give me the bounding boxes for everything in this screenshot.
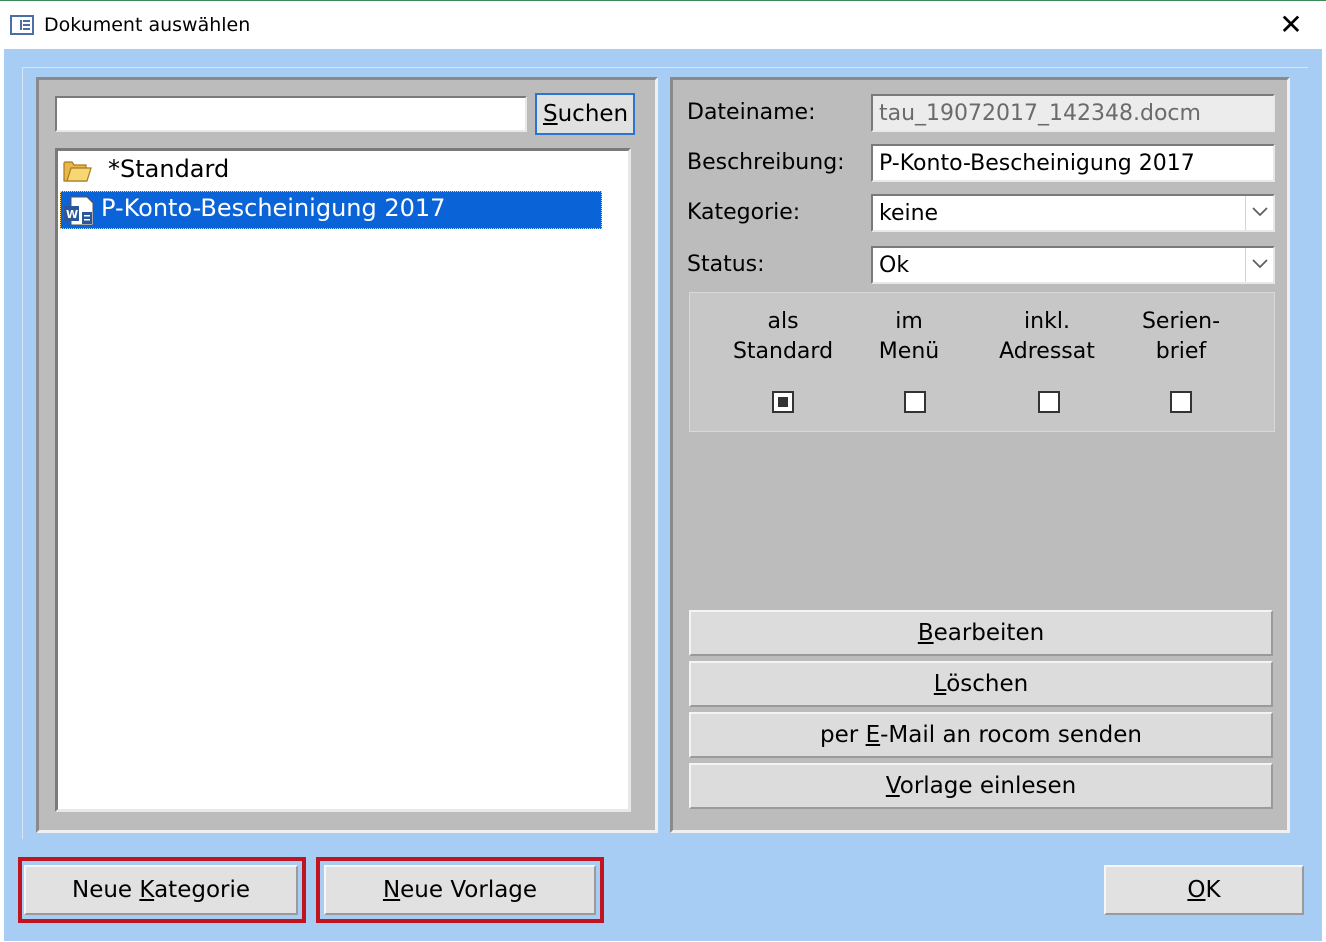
vorlage-einlesen-button[interactable]: Vorlage einlesen [689, 763, 1273, 809]
search-button[interactable]: Suchen [535, 93, 635, 135]
label-line: als [767, 309, 799, 334]
inkl-adressat-checkbox[interactable] [1038, 391, 1060, 413]
email-senden-button[interactable]: per E-Mail an rocom senden [689, 712, 1273, 758]
mnemonic: O [1187, 877, 1206, 903]
serienbrief-label: Serien- brief [1116, 307, 1246, 367]
im-menu-checkbox[interactable] [904, 391, 926, 413]
document-details-panel: Dateiname: tau_19072017_142348.docm Besc… [670, 77, 1290, 833]
bearbeiten-button[interactable]: Bearbeiten [689, 610, 1273, 656]
dialog-client-area: Suchen *Standard W P-Konto-Bescheinigung… [4, 49, 1322, 941]
beschreibung-label: Beschreibung: [687, 150, 845, 175]
search-button-mnemonic: S [543, 101, 558, 127]
mnemonic: E [865, 722, 881, 748]
document-list-panel: Suchen *Standard W P-Konto-Bescheinigung… [36, 77, 658, 833]
serienbrief-checkbox[interactable] [1170, 391, 1192, 413]
dateiname-field: tau_19072017_142348.docm [871, 94, 1275, 132]
label-rest: K [1205, 877, 1221, 903]
window-title: Dokument auswählen [44, 14, 251, 36]
form-icon [10, 15, 34, 35]
label-rest: -Mail an rocom senden [880, 722, 1142, 748]
kategorie-value: keine [879, 201, 939, 226]
label-rest: öschen [946, 671, 1029, 697]
mnemonic: V [885, 773, 900, 799]
close-icon[interactable]: ✕ [1276, 10, 1306, 40]
status-label: Status: [687, 252, 765, 277]
search-input[interactable] [55, 96, 527, 132]
word-document-icon: W [64, 196, 94, 226]
label-line: Serien- [1141, 309, 1221, 334]
mnemonic: B [917, 620, 934, 646]
svg-text:W: W [66, 208, 78, 221]
label-rest: orlage einlesen [899, 773, 1077, 799]
tree-item-label: P-Konto-Bescheinigung 2017 [101, 194, 446, 222]
status-dropdown[interactable]: Ok [871, 246, 1275, 284]
label-line: inkl. [1024, 309, 1070, 334]
als-standard-label: als Standard [718, 307, 848, 367]
label-line: brief [1155, 339, 1207, 364]
label-line: Adressat [999, 339, 1095, 364]
label-rest: earbeiten [933, 620, 1045, 646]
options-group: als Standard im Menü inkl. Adressat Seri… [689, 292, 1275, 432]
tree-item-label: *Standard [108, 155, 230, 183]
chevron-down-icon[interactable] [1245, 196, 1273, 230]
title-bar: Dokument auswählen ✕ [0, 1, 1326, 49]
ok-button[interactable]: OK [1104, 865, 1304, 915]
label-line: Menü [878, 339, 940, 364]
highlight-box-neue-vorlage [316, 857, 604, 923]
label-pre: per [820, 722, 866, 748]
dateiname-label: Dateiname: [687, 100, 816, 125]
dialog-window: Dokument auswählen ✕ Suchen *Standard W … [0, 0, 1326, 942]
status-value: Ok [879, 253, 910, 278]
document-tree[interactable]: *Standard W P-Konto-Bescheinigung 2017 [55, 148, 631, 812]
folder-icon [63, 161, 92, 182]
search-button-label-rest: uchen [557, 101, 629, 127]
label-line: im [895, 309, 923, 334]
tree-item-p-konto-bescheinigung[interactable]: W P-Konto-Bescheinigung 2017 [60, 191, 602, 229]
label-line: Standard [732, 339, 834, 364]
kategorie-label: Kategorie: [687, 200, 801, 225]
inkl-adressat-label: inkl. Adressat [982, 307, 1112, 367]
loeschen-button[interactable]: Löschen [689, 661, 1273, 707]
im-menu-label: im Menü [844, 307, 974, 367]
beschreibung-field[interactable]: P-Konto-Bescheinigung 2017 [871, 144, 1275, 182]
kategorie-dropdown[interactable]: keine [871, 194, 1275, 232]
chevron-down-icon[interactable] [1245, 248, 1273, 282]
mnemonic: L [933, 671, 947, 697]
highlight-box-neue-kategorie [18, 857, 306, 923]
als-standard-checkbox[interactable] [772, 391, 794, 413]
